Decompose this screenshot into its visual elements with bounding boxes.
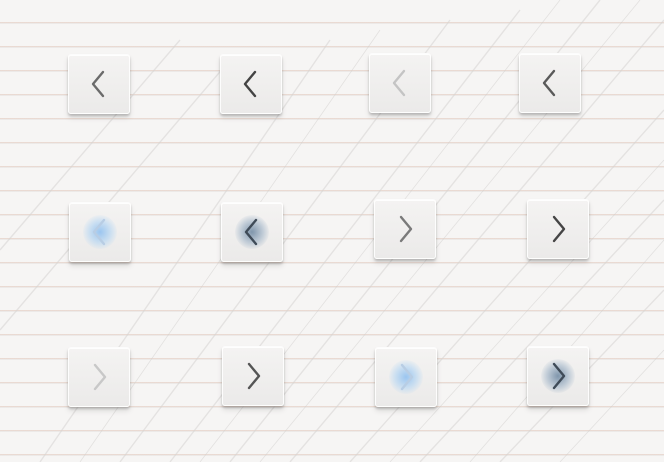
chevron-right-icon bbox=[552, 215, 566, 243]
chevron-left-icon bbox=[244, 218, 258, 246]
chevron-left-icon bbox=[392, 69, 406, 97]
next-button-pressed[interactable] bbox=[527, 346, 589, 406]
next-button-hover[interactable] bbox=[527, 199, 589, 259]
chevron-left-icon bbox=[91, 70, 105, 98]
chevron-right-icon bbox=[552, 362, 566, 390]
next-button-focus[interactable] bbox=[375, 347, 437, 407]
previous-button-disabled[interactable] bbox=[369, 53, 431, 113]
chevron-left-icon bbox=[542, 69, 556, 97]
chevron-right-icon bbox=[400, 363, 414, 391]
chevron-left-icon bbox=[92, 218, 106, 246]
next-button-normal[interactable] bbox=[374, 199, 436, 259]
next-button-normal[interactable] bbox=[222, 346, 284, 406]
next-button-disabled[interactable] bbox=[68, 347, 130, 407]
previous-button-pressed[interactable] bbox=[221, 202, 283, 262]
previous-button-focus[interactable] bbox=[69, 202, 131, 262]
chevron-right-icon bbox=[247, 362, 261, 390]
pagination-arrow-grid bbox=[0, 0, 664, 462]
chevron-right-icon bbox=[93, 363, 107, 391]
previous-button-hover[interactable] bbox=[220, 54, 282, 114]
chevron-left-icon bbox=[243, 70, 257, 98]
chevron-right-icon bbox=[399, 215, 413, 243]
previous-button-normal[interactable] bbox=[519, 53, 581, 113]
previous-button-normal[interactable] bbox=[68, 54, 130, 114]
